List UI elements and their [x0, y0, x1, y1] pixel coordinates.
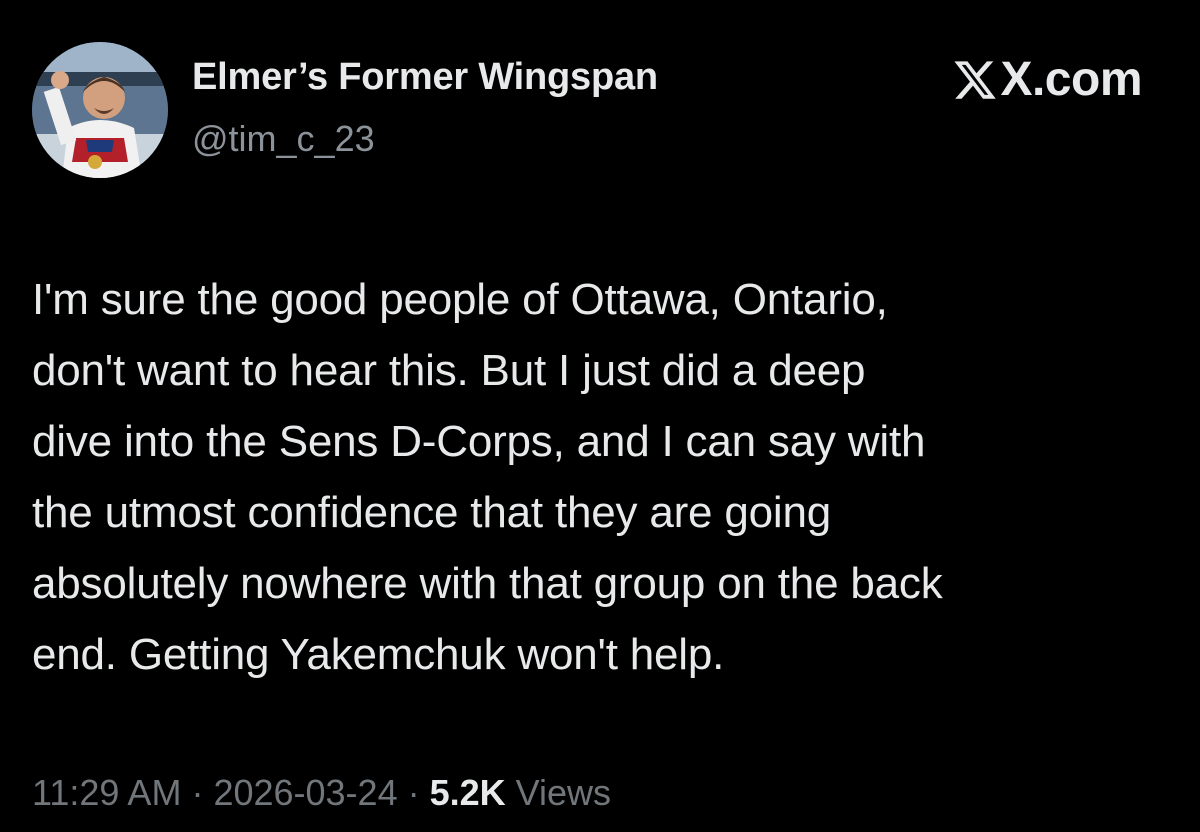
x-logo-icon — [952, 57, 998, 103]
views-count: 5.2K — [429, 772, 506, 813]
tweet-date[interactable]: 2026-03-24 — [213, 772, 397, 813]
views-label: Views — [505, 772, 612, 813]
tweet-time[interactable]: 11:29 AM — [32, 772, 181, 813]
tweet-text: I'm sure the good people of Ottawa, Onta… — [32, 275, 943, 679]
meta-separator: · — [181, 772, 214, 813]
user-handle[interactable]: @tim_c_23 — [192, 118, 375, 160]
tweet-meta: 11:29 AM · 2026-03-24 · 5.2K Views — [32, 772, 611, 814]
avatar-photo — [32, 42, 168, 178]
display-name[interactable]: Elmer’s Former Wingspan — [192, 56, 658, 99]
avatar[interactable] — [32, 42, 168, 178]
brand-watermark: X.com — [952, 52, 1142, 107]
brand-text: X.com — [1000, 53, 1142, 106]
meta-separator: · — [397, 772, 430, 813]
